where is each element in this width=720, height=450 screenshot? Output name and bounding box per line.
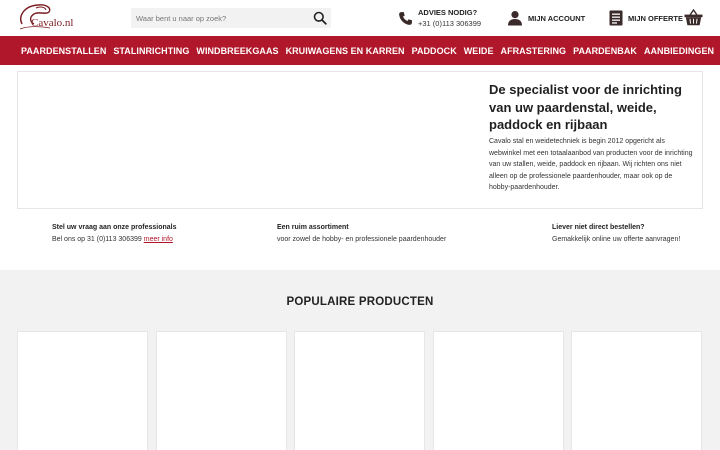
quote-list-icon	[609, 10, 623, 26]
hero-image	[18, 72, 478, 208]
nav-item-kruiwagens-en-karren[interactable]: KRUIWAGENS EN KARREN	[286, 46, 405, 56]
product-card[interactable]	[17, 331, 148, 450]
usp-heading: Stel uw vraag aan onze professionals	[52, 224, 177, 231]
nav-item-paddock[interactable]: PADDOCK	[412, 46, 457, 56]
user-icon	[508, 11, 522, 26]
nav-item-afrastering[interactable]: AFRASTERING	[501, 46, 567, 56]
search-box	[131, 8, 331, 28]
my-quote-label: MIJN OFFERTE	[628, 14, 684, 23]
nav-item-stalinrichting[interactable]: STALINRICHTING	[113, 46, 189, 56]
basket-button[interactable]	[684, 8, 703, 26]
usp-text: Gemakkelijk online uw offerte aanvragen!	[552, 236, 681, 243]
product-card[interactable]	[156, 331, 287, 450]
advice-phone[interactable]: +31 (0)113 306399	[418, 19, 481, 28]
usp-heading: Een ruim assortiment	[277, 224, 349, 231]
product-card[interactable]	[433, 331, 564, 450]
nav-item-paardenbak[interactable]: PAARDENBAK	[573, 46, 637, 56]
site-header: Cavalo.nl ADVIES NODIG? +31 (0)113 30639…	[0, 0, 720, 36]
main-navigation: PAARDENSTALLEN STALINRICHTING WINDBREEKG…	[0, 36, 720, 65]
hero-description: Cavalo stal en weidetechniek is begin 20…	[489, 138, 693, 192]
usp-heading: Liever niet direct bestellen?	[552, 224, 645, 231]
usp-text: voor zowel de hobby- en professionele pa…	[277, 236, 447, 243]
advice-title: ADVIES NODIG?	[418, 8, 478, 17]
usp-assortment: Een ruim assortiment voor zowel de hobby…	[277, 222, 446, 246]
usp-text: Bel ons op 31 (0)113 306399	[52, 236, 142, 243]
nav-item-weide[interactable]: WEIDE	[464, 46, 494, 56]
logo-text: Cavalo.nl	[31, 17, 74, 29]
popular-products-title: POPULAIRE PRODUCTEN	[286, 296, 434, 308]
nav-item-windbreekgaas[interactable]: WINDBREEKGAAS	[196, 46, 278, 56]
usp-quote: Liever niet direct bestellen? Gemakkelij…	[552, 222, 680, 246]
nav-item-paardenstallen[interactable]: PAARDENSTALLEN	[21, 46, 106, 56]
hero-title: De specialist voor de inrichting van uw …	[489, 82, 682, 132]
usp-professionals: Stel uw vraag aan onze professionals Bel…	[52, 222, 176, 246]
more-info-link[interactable]: meer info	[144, 236, 173, 243]
basket-icon	[684, 8, 703, 26]
search-icon	[313, 11, 327, 25]
hero-banner: De specialist voor de inrichting van uw …	[17, 71, 703, 209]
search-input[interactable]	[131, 8, 307, 28]
popular-products-section: POPULAIRE PRODUCTEN	[0, 270, 720, 450]
nav-item-aanbiedingen[interactable]: AANBIEDINGEN	[644, 46, 714, 56]
product-card[interactable]	[571, 331, 702, 450]
product-card[interactable]	[294, 331, 425, 450]
my-account-label: MIJN ACCOUNT	[528, 14, 586, 23]
logo[interactable]: Cavalo.nl	[16, 2, 76, 34]
search-button[interactable]	[313, 11, 327, 25]
phone-icon	[399, 11, 413, 25]
